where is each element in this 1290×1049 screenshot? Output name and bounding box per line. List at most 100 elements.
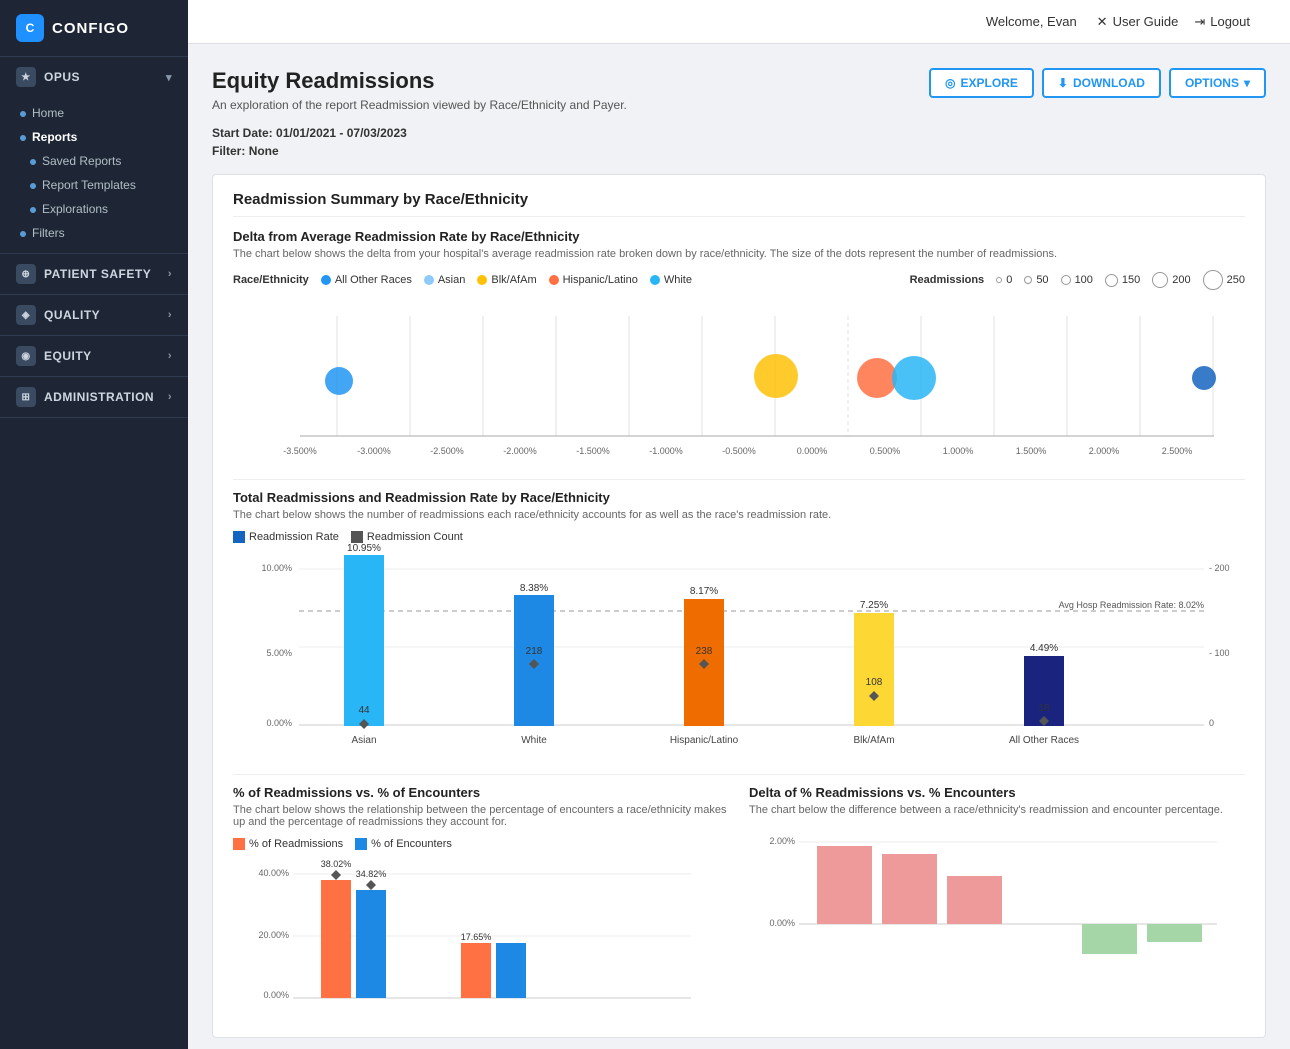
sidebar-item-reports[interactable]: Reports xyxy=(0,125,188,149)
opus-label: OPUS xyxy=(44,70,80,84)
sidebar-section-opus: ★ OPUS ▾ Home Reports Saved Reports Repo… xyxy=(0,57,188,254)
sidebar-section-administration: ⊞ ADMINISTRATION › xyxy=(0,377,188,418)
svg-text:All Other Races: All Other Races xyxy=(1009,735,1079,746)
bottom-charts: % of Readmissions vs. % of Encounters Th… xyxy=(233,785,1245,1021)
race-legend: Race/Ethnicity All Other Races Asian Blk… xyxy=(233,274,692,286)
svg-text:34.82%: 34.82% xyxy=(356,869,387,879)
quality-icon: ◈ xyxy=(16,305,36,325)
bar-pct-read-2 xyxy=(461,943,491,998)
sidebar-quality-header[interactable]: ◈ QUALITY › xyxy=(0,295,188,335)
svg-text:38.02%: 38.02% xyxy=(321,859,352,869)
sidebar-patient-safety-header[interactable]: ⊕ PATIENT SAFETY › xyxy=(0,254,188,294)
svg-text:0.500%: 0.500% xyxy=(870,446,901,456)
bar-pct-enc-1 xyxy=(356,890,386,998)
svg-text:-3.500%: -3.500% xyxy=(283,446,317,456)
download-icon: ⬇ xyxy=(1058,76,1068,90)
sidebar-section-patient-safety: ⊕ PATIENT SAFETY › xyxy=(0,254,188,295)
delta-bar-5 xyxy=(1147,924,1202,942)
configo-logo-icon: C xyxy=(16,14,44,42)
bubble-all-other-races-2 xyxy=(1192,366,1216,390)
svg-text:0.00%: 0.00% xyxy=(263,990,289,1000)
legend-pct-readmissions: % of Readmissions xyxy=(233,838,343,850)
legend-hispanic: Hispanic/Latino xyxy=(549,274,638,286)
bar-chart-title: Total Readmissions and Readmission Rate … xyxy=(233,490,1245,505)
filter-row: Filter: None xyxy=(212,144,1266,158)
start-date-label: Start Date: xyxy=(212,126,273,140)
delta-pct-chart: Delta of % Readmissions vs. % Encounters… xyxy=(749,785,1245,1021)
user-guide-icon: ✕ xyxy=(1097,14,1108,30)
sidebar-administration-header[interactable]: ⊞ ADMINISTRATION › xyxy=(0,377,188,417)
sidebar-item-report-templates[interactable]: Report Templates xyxy=(0,173,188,197)
bubble-chart-svg: -3.500% -3.000% -2.500% -2.000% -1.500% … xyxy=(233,306,1245,466)
logout-icon: ⇥ xyxy=(1194,14,1205,30)
bubble-chart-section: Delta from Average Readmission Rate by R… xyxy=(233,229,1245,469)
legend-readmission-count: Readmission Count xyxy=(351,531,463,543)
explore-button[interactable]: ◎ EXPLORE xyxy=(929,68,1034,98)
filter-label: Filter: xyxy=(212,144,245,158)
svg-text:0.000%: 0.000% xyxy=(797,446,828,456)
page-subtitle: An exploration of the report Readmission… xyxy=(212,98,627,112)
sidebar: C CONFIGO ★ OPUS ▾ Home Reports Saved Re… xyxy=(0,0,188,1049)
bubble-hispanic xyxy=(857,358,897,398)
main-card: Readmission Summary by Race/Ethnicity De… xyxy=(212,174,1266,1038)
pct-chart-svg: 40.00% 20.00% 0.00% 38.02% xyxy=(233,858,729,1018)
svg-text:-1.500%: -1.500% xyxy=(576,446,610,456)
logout-link[interactable]: ⇥ Logout xyxy=(1194,14,1250,30)
blkafam-dot xyxy=(477,275,487,285)
user-guide-link[interactable]: ✕ User Guide xyxy=(1097,14,1179,30)
start-date-value: 01/01/2021 - 07/03/2023 xyxy=(276,126,407,140)
bubble-chart-title: Delta from Average Readmission Rate by R… xyxy=(233,229,1245,244)
sidebar-equity-header[interactable]: ◉ EQUITY › xyxy=(0,336,188,376)
main-content: Welcome, Evan ✕ User Guide ⇥ Logout Equi… xyxy=(188,0,1290,1049)
svg-text:- 100: - 100 xyxy=(1209,648,1230,658)
sidebar-section-equity: ◉ EQUITY › xyxy=(0,336,188,377)
sidebar-item-home[interactable]: Home xyxy=(0,101,188,125)
svg-text:1.500%: 1.500% xyxy=(1016,446,1047,456)
hispanic-dot xyxy=(549,275,559,285)
equity-chevron: › xyxy=(168,350,172,362)
size-50 xyxy=(1024,276,1032,284)
options-chevron-icon: ▾ xyxy=(1244,76,1250,90)
welcome-text: Welcome, Evan xyxy=(986,14,1077,29)
svg-text:Blk/AfAm: Blk/AfAm xyxy=(853,735,894,746)
pct-legend: % of Readmissions % of Encounters xyxy=(233,838,729,850)
filter-value: None xyxy=(249,144,279,158)
svg-text:17.65%: 17.65% xyxy=(461,932,492,942)
delta-pct-title: Delta of % Readmissions vs. % Encounters xyxy=(749,785,1245,800)
explore-label: EXPLORE xyxy=(961,76,1018,90)
race-legend-label: Race/Ethnicity xyxy=(233,274,309,286)
size-150 xyxy=(1105,274,1118,287)
readmissions-legend: Readmissions 0 50 100 150 200 250 xyxy=(910,270,1245,290)
svg-text:10.95%: 10.95% xyxy=(347,543,381,554)
bar-blkafam-rate xyxy=(854,613,894,726)
page-title: Equity Readmissions xyxy=(212,68,627,94)
sidebar-item-saved-reports[interactable]: Saved Reports xyxy=(0,149,188,173)
header-buttons: ◎ EXPLORE ⬇ DOWNLOAD OPTIONS ▾ xyxy=(929,68,1266,98)
asian-dot xyxy=(424,275,434,285)
administration-chevron: › xyxy=(168,391,172,403)
svg-text:5.00%: 5.00% xyxy=(266,648,292,658)
quality-chevron: › xyxy=(168,309,172,321)
sidebar-item-filters[interactable]: Filters xyxy=(0,221,188,245)
legend-blkafam: Blk/AfAm xyxy=(477,274,536,286)
topbar: Welcome, Evan ✕ User Guide ⇥ Logout xyxy=(188,0,1290,44)
download-button[interactable]: ⬇ DOWNLOAD xyxy=(1042,68,1161,98)
svg-text:Avg Hosp Readmission Rate: 8.0: Avg Hosp Readmission Rate: 8.02% xyxy=(1059,600,1204,610)
legend-readmission-rate: Readmission Rate xyxy=(233,531,339,543)
svg-text:0.00%: 0.00% xyxy=(769,918,795,928)
legend-white: White xyxy=(650,274,692,286)
svg-text:2.00%: 2.00% xyxy=(769,836,795,846)
pct-enc-1-diamond xyxy=(366,880,376,890)
svg-text:-1.000%: -1.000% xyxy=(649,446,683,456)
app-name: CONFIGO xyxy=(52,20,129,37)
bubble-all-other-races xyxy=(325,367,353,395)
sidebar-item-explorations[interactable]: Explorations xyxy=(0,197,188,221)
content-area: Equity Readmissions An exploration of th… xyxy=(188,44,1290,1049)
options-button[interactable]: OPTIONS ▾ xyxy=(1169,68,1266,98)
sidebar-opus-header[interactable]: ★ OPUS ▾ xyxy=(0,57,188,97)
opus-icon: ★ xyxy=(16,67,36,87)
svg-text:-2.500%: -2.500% xyxy=(430,446,464,456)
explore-icon: ◎ xyxy=(945,76,955,90)
legend-all-other-races: All Other Races xyxy=(321,274,412,286)
equity-icon: ◉ xyxy=(16,346,36,366)
